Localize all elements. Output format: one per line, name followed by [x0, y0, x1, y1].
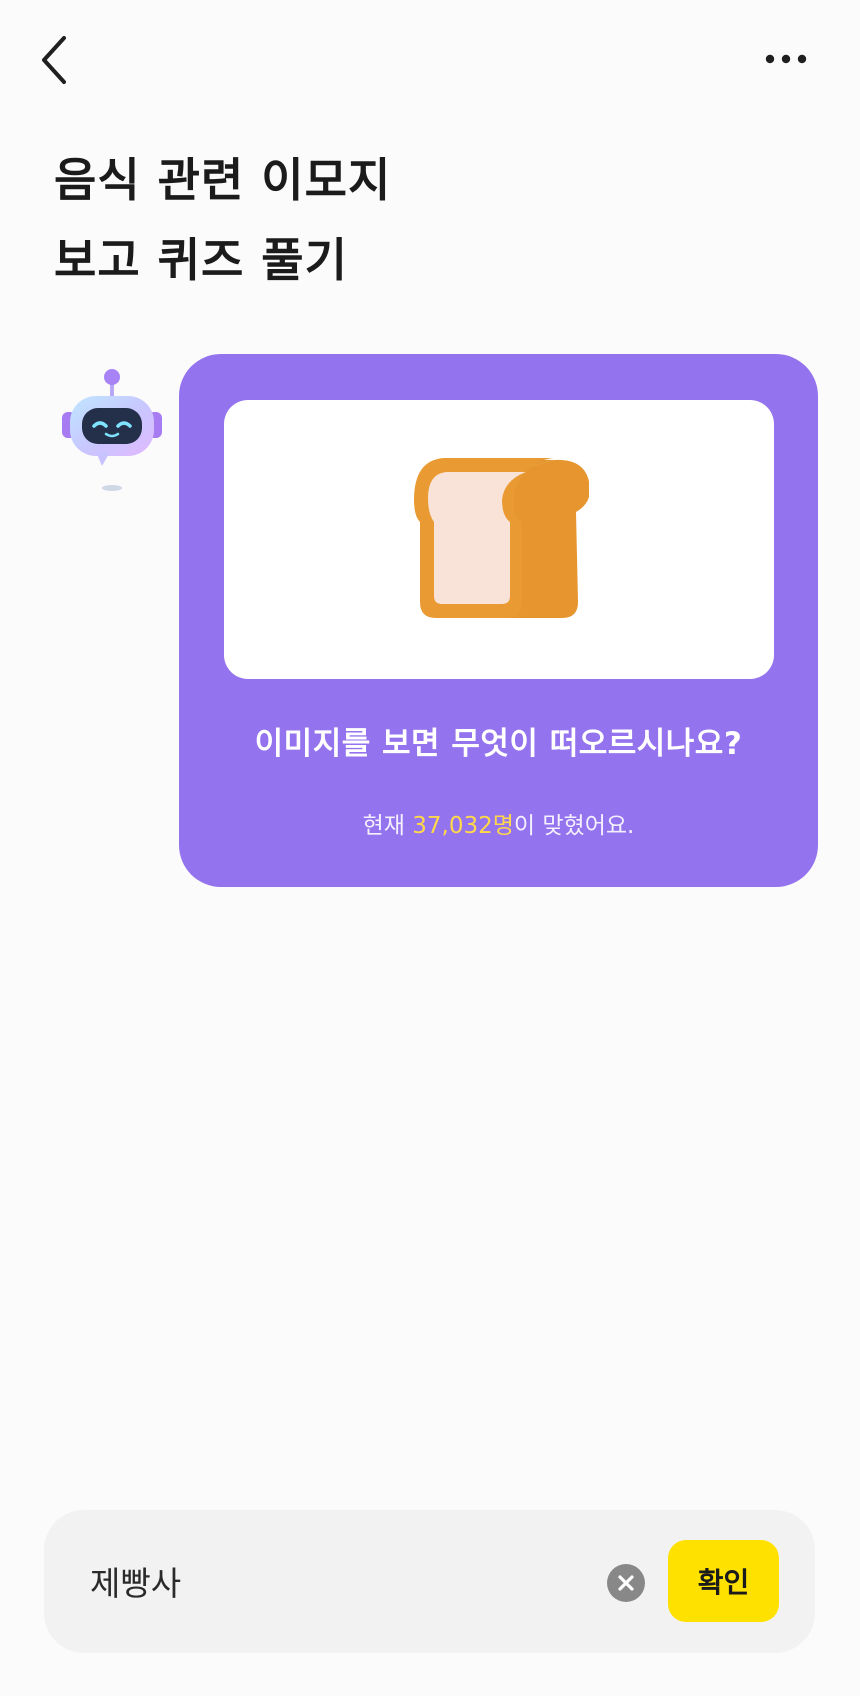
correct-count: 37,032명 [412, 813, 514, 839]
quiz-bubble: 이미지를 보면 무엇이 떠오르시나요? 현재 37,032명이 맞혔어요. [179, 354, 818, 887]
page-title: 음식 관련 이모지 보고 퀴즈 풀기 [54, 140, 774, 300]
more-horizontal-icon [765, 54, 807, 64]
page-title-line-1: 음식 관련 이모지 [54, 153, 392, 207]
page-title-line-2: 보고 퀴즈 풀기 [54, 233, 348, 287]
clear-button[interactable] [607, 1564, 645, 1602]
more-button[interactable] [760, 36, 820, 86]
stats-prefix: 현재 [362, 813, 413, 839]
quiz-question: 이미지를 보면 무엇이 떠오르시나요? [254, 726, 743, 762]
confirm-button[interactable]: 확인 [668, 1540, 779, 1622]
chevron-left-icon [42, 36, 66, 84]
robot-avatar-icon [62, 369, 162, 491]
quiz-image-card [224, 400, 774, 679]
robot-avatar [56, 366, 168, 496]
top-bar [0, 0, 860, 120]
clear-circle-icon [618, 1575, 634, 1591]
stats-suffix: 이 맞혔어요. [513, 813, 635, 839]
answer-input[interactable] [90, 1546, 590, 1616]
bread-emoji [414, 458, 589, 618]
back-button[interactable] [36, 30, 76, 90]
answer-bar: 확인 [44, 1510, 815, 1653]
quiz-stats: 현재 37,032명이 맞혔어요. [179, 806, 818, 840]
